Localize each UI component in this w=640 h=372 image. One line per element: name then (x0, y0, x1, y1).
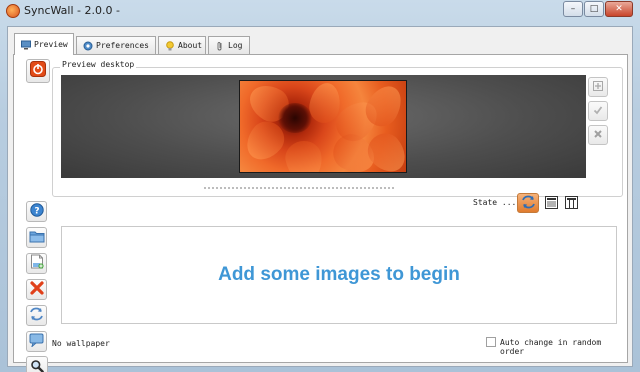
add-screen-button[interactable] (588, 77, 608, 97)
add-image-button[interactable] (26, 253, 47, 274)
sync-icon (29, 306, 44, 325)
tab-log-label: Log (228, 41, 243, 50)
search-button[interactable] (26, 356, 48, 372)
multi-screen-icon (564, 194, 578, 213)
tab-preferences[interactable]: Preferences (76, 36, 156, 54)
help-icon: ? (29, 202, 44, 221)
paperclip-icon (215, 41, 225, 51)
tab-preview[interactable]: Preview (14, 33, 74, 55)
monitor-icon (21, 40, 31, 50)
add-image-icon (30, 254, 44, 273)
state-label: State ... (473, 198, 517, 207)
tab-about-label: About (178, 41, 203, 50)
svg-text:?: ? (34, 207, 39, 217)
multi-screen-button[interactable] (563, 195, 579, 211)
add-icon (593, 80, 603, 94)
splitter-handle[interactable] (204, 187, 394, 189)
folder-icon (29, 228, 45, 247)
main-window-body: Preview Preferences About Log ? Preview … (7, 26, 633, 372)
close-button[interactable]: ✕ (605, 1, 633, 17)
tab-about[interactable]: About (158, 36, 206, 54)
check-icon (593, 104, 603, 118)
remove-icon (593, 128, 603, 142)
empty-message: Add some images to begin (218, 264, 460, 285)
preview-desktop-group (52, 67, 623, 197)
tab-log[interactable]: Log (208, 36, 250, 54)
confirm-button[interactable] (588, 101, 608, 121)
wallpaper-status: No wallpaper (52, 339, 110, 348)
desktop-preview (61, 75, 586, 178)
title-bar: SyncWall - 2.0.0 - – □ ✕ (0, 0, 640, 22)
tab-preview-label: Preview (34, 40, 68, 49)
sync-button[interactable] (26, 305, 47, 326)
image-drop-zone[interactable]: Add some images to begin (61, 226, 617, 324)
tab-preferences-label: Preferences (96, 41, 149, 50)
help-button[interactable]: ? (26, 201, 47, 222)
delete-button[interactable] (26, 279, 47, 300)
single-screen-button[interactable] (543, 195, 559, 211)
minimize-button[interactable]: – (563, 1, 583, 17)
refresh-icon (521, 194, 536, 213)
preview-tab-page: ? Preview desktop State ... Add some ima… (13, 54, 628, 372)
comment-button[interactable] (26, 331, 47, 352)
maximize-button[interactable]: □ (584, 1, 604, 17)
wallpaper-thumbnail[interactable] (239, 80, 407, 173)
lightbulb-icon (165, 40, 175, 51)
preview-desktop-label: Preview desktop (60, 60, 137, 69)
search-icon (30, 358, 44, 372)
comment-icon (29, 332, 44, 351)
window-title: SyncWall - 2.0.0 - (24, 4, 120, 17)
single-screen-icon (544, 194, 558, 213)
delete-icon (29, 280, 44, 299)
refresh-state-button[interactable] (517, 193, 539, 213)
gear-icon (83, 41, 93, 51)
remove-screen-button[interactable] (588, 125, 608, 145)
app-icon (6, 4, 20, 18)
power-icon (30, 61, 46, 81)
random-order-checkbox[interactable] (486, 337, 496, 347)
power-button[interactable] (26, 59, 50, 83)
random-order-label: Auto change in random order (500, 338, 602, 356)
open-folder-button[interactable] (26, 227, 47, 248)
